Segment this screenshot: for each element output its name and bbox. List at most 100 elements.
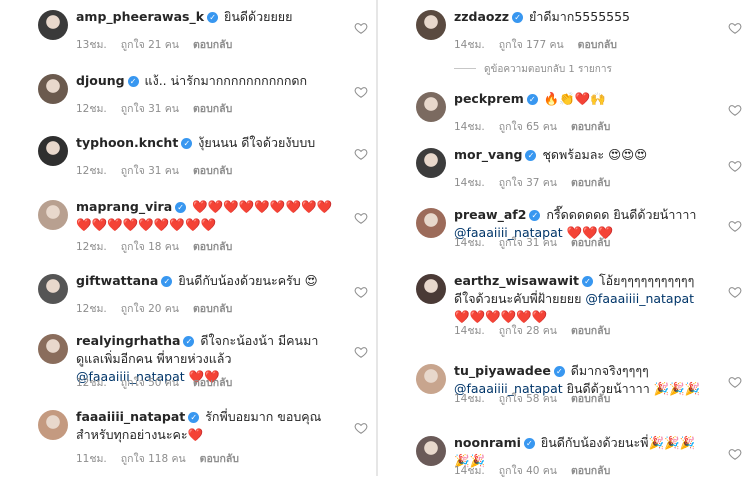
reply-button[interactable]: ตอบกลับ: [193, 241, 232, 253]
view-replies-button[interactable]: ดูข้อความตอบกลับ 1 รายการ: [454, 62, 612, 77]
reply-button[interactable]: ตอบกลับ: [571, 237, 610, 249]
reply-button[interactable]: ตอบกลับ: [200, 453, 239, 465]
likes-count[interactable]: ถูกใจ 50 คน: [121, 377, 179, 389]
likes-count[interactable]: ถูกใจ 40 คน: [499, 465, 557, 477]
avatar[interactable]: [416, 274, 446, 304]
like-heart-icon[interactable]: [354, 284, 368, 298]
likes-count[interactable]: ถูกใจ 20 คน: [121, 303, 179, 315]
likes-count[interactable]: ถูกใจ 177 คน: [499, 39, 564, 51]
timestamp[interactable]: 12ชม.: [76, 165, 107, 177]
avatar[interactable]: [38, 200, 68, 230]
likes-count[interactable]: ถูกใจ 65 คน: [499, 121, 557, 133]
likes-count[interactable]: ถูกใจ 31 คน: [499, 237, 557, 249]
username-link[interactable]: maprang_vira: [76, 199, 172, 214]
like-heart-icon[interactable]: [728, 102, 742, 116]
verified-badge-icon: ✓: [525, 150, 537, 161]
like-heart-icon[interactable]: [354, 420, 368, 434]
username-link[interactable]: peckprem: [454, 91, 524, 106]
avatar[interactable]: [416, 148, 446, 178]
verified-badge-icon: ✓: [523, 438, 535, 449]
username-link[interactable]: mor_vang: [454, 147, 522, 162]
like-heart-icon[interactable]: [728, 374, 742, 388]
like-heart-icon[interactable]: [354, 146, 368, 160]
avatar[interactable]: [416, 436, 446, 466]
comment-item: preaw_af2 ✓ กรี๊ดดดดดด ยินดีด้วยน้าาาา @f…: [378, 204, 750, 252]
comment-text: ชุดพร้อมละ 😍😍😍: [538, 147, 648, 162]
comment-meta: 12ชม. ถูกใจ 18 คน ตอบกลับ: [76, 238, 246, 255]
likes-count[interactable]: ถูกใจ 58 คน: [499, 393, 557, 405]
username-link[interactable]: preaw_af2: [454, 207, 526, 222]
like-heart-icon[interactable]: [728, 218, 742, 232]
username-link[interactable]: giftwattana: [76, 273, 158, 288]
username-link[interactable]: tu_piyawadee: [454, 363, 551, 378]
avatar[interactable]: [416, 208, 446, 238]
username-link[interactable]: djoung: [76, 73, 125, 88]
likes-count[interactable]: ถูกใจ 31 คน: [121, 103, 179, 115]
left-comment-column: amp_pheerawas_k ✓ ยินดีด้วยยยย 13ชม. ถูกใจ …: [0, 0, 376, 476]
avatar[interactable]: [38, 410, 68, 440]
timestamp[interactable]: 12ชม.: [76, 241, 107, 253]
reply-button[interactable]: ตอบกลับ: [193, 103, 232, 115]
username-link[interactable]: faaaiiii_natapat: [76, 409, 185, 424]
like-heart-icon[interactable]: [728, 20, 742, 34]
verified-badge-icon: ✓: [581, 276, 593, 287]
avatar[interactable]: [416, 92, 446, 122]
likes-count[interactable]: ถูกใจ 28 คน: [499, 325, 557, 337]
timestamp[interactable]: 14ชม.: [454, 393, 485, 405]
avatar[interactable]: [38, 334, 68, 364]
timestamp[interactable]: 14ชม.: [454, 237, 485, 249]
timestamp[interactable]: 14ชม.: [454, 325, 485, 337]
timestamp[interactable]: 12ชม.: [76, 377, 107, 389]
reply-button[interactable]: ตอบกลับ: [571, 177, 610, 189]
like-heart-icon[interactable]: [728, 284, 742, 298]
avatar[interactable]: [38, 274, 68, 304]
reply-button[interactable]: ตอบกลับ: [571, 393, 610, 405]
timestamp[interactable]: 11ชม.: [76, 453, 107, 465]
mention-link[interactable]: @faaaiiii_natapat: [585, 291, 694, 306]
timestamp[interactable]: 13ชม.: [76, 39, 107, 51]
comment-item: mor_vang ✓ ชุดพร้อมละ 😍😍😍 14ชม. ถูกใจ 37 คน…: [378, 144, 750, 192]
username-link[interactable]: realyingrhatha: [76, 333, 180, 348]
verified-badge-icon: ✓: [181, 138, 193, 149]
like-heart-icon[interactable]: [728, 446, 742, 460]
reply-button[interactable]: ตอบกลับ: [193, 377, 232, 389]
likes-count[interactable]: ถูกใจ 18 คน: [121, 241, 179, 253]
comment-meta: 13ชม. ถูกใจ 21 คน ตอบกลับ: [76, 36, 246, 53]
avatar[interactable]: [38, 10, 68, 40]
avatar[interactable]: [416, 364, 446, 394]
timestamp[interactable]: 14ชม.: [454, 121, 485, 133]
reply-button[interactable]: ตอบกลับ: [193, 303, 232, 315]
timestamp[interactable]: 12ชม.: [76, 103, 107, 115]
verified-badge-icon: ✓: [512, 12, 524, 23]
avatar[interactable]: [38, 136, 68, 166]
likes-count[interactable]: ถูกใจ 31 คน: [121, 165, 179, 177]
reply-button[interactable]: ตอบกลับ: [193, 165, 232, 177]
likes-count[interactable]: ถูกใจ 118 คน: [121, 453, 186, 465]
username-link[interactable]: typhoon.kncht: [76, 135, 178, 150]
timestamp[interactable]: 14ชม.: [454, 177, 485, 189]
like-heart-icon[interactable]: [354, 344, 368, 358]
avatar[interactable]: [416, 10, 446, 40]
timestamp[interactable]: 12ชม.: [76, 303, 107, 315]
like-heart-icon[interactable]: [354, 210, 368, 224]
timestamp[interactable]: 14ชม.: [454, 39, 485, 51]
reply-button[interactable]: ตอบกลับ: [571, 121, 610, 133]
comment-meta: 14ชม. ถูกใจ 65 คน ตอบกลับ: [454, 118, 624, 135]
reply-button[interactable]: ตอบกลับ: [571, 325, 610, 337]
verified-badge-icon: ✓: [175, 202, 187, 213]
username-link[interactable]: zzdaozz: [454, 9, 509, 24]
reply-button[interactable]: ตอบกลับ: [193, 39, 232, 51]
like-heart-icon[interactable]: [354, 20, 368, 34]
username-link[interactable]: noonrami: [454, 435, 521, 450]
likes-count[interactable]: ถูกใจ 21 คน: [121, 39, 179, 51]
likes-count[interactable]: ถูกใจ 37 คน: [499, 177, 557, 189]
username-link[interactable]: earthz_wisawawit: [454, 273, 579, 288]
like-heart-icon[interactable]: [728, 158, 742, 172]
comment-item: maprang_vira ✓ ❤️❤️❤️❤️❤️❤️❤️❤️❤️❤️❤️❤️❤️…: [0, 196, 376, 256]
username-link[interactable]: amp_pheerawas_k: [76, 9, 204, 24]
like-heart-icon[interactable]: [354, 84, 368, 98]
reply-button[interactable]: ตอบกลับ: [578, 39, 617, 51]
timestamp[interactable]: 14ชม.: [454, 465, 485, 477]
reply-button[interactable]: ตอบกลับ: [571, 465, 610, 477]
avatar[interactable]: [38, 74, 68, 104]
